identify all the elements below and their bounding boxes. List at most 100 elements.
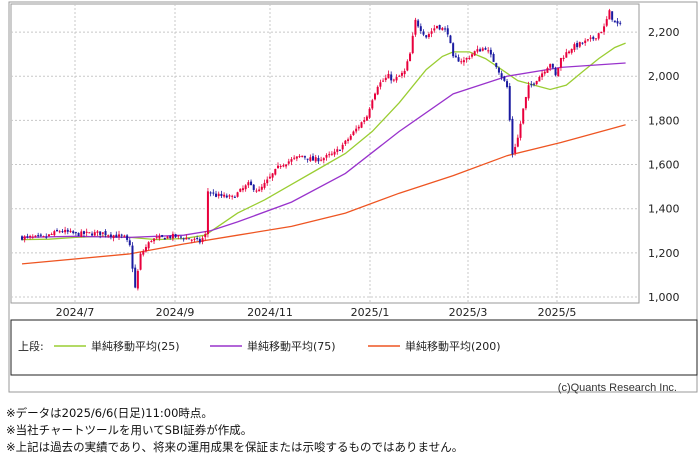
candle-body bbox=[500, 73, 503, 78]
candle-body bbox=[185, 237, 188, 240]
candle-body bbox=[91, 233, 94, 236]
candle-body bbox=[109, 234, 112, 237]
candle-body bbox=[271, 173, 274, 178]
candle-body bbox=[320, 159, 323, 161]
candle-body bbox=[293, 157, 296, 159]
y-tick-label: 1,600 bbox=[648, 159, 680, 172]
candle-body bbox=[303, 156, 306, 158]
y-axis: 1,000 1,200 1,400 1,600 1,800 2,000 2,200 bbox=[648, 26, 680, 304]
candle-body bbox=[301, 155, 304, 158]
candle-body bbox=[263, 182, 266, 188]
candle-body bbox=[282, 165, 285, 167]
candle-body bbox=[204, 234, 207, 238]
candle-body bbox=[487, 50, 490, 52]
candle-body bbox=[594, 38, 597, 40]
candle-body bbox=[446, 28, 449, 35]
candle-body bbox=[374, 93, 377, 100]
footnotes: ※データは2025/6/6(日足)11:00時点。 ※当社チャートツールを用いて… bbox=[6, 405, 463, 456]
candle-body bbox=[287, 161, 290, 164]
candle-body bbox=[328, 154, 331, 156]
candle-body bbox=[541, 73, 544, 78]
candle-body bbox=[144, 247, 147, 252]
candle-body bbox=[77, 232, 80, 237]
candle-body bbox=[382, 80, 385, 82]
candle-body bbox=[519, 123, 522, 138]
candle-body bbox=[80, 231, 83, 237]
candle-body bbox=[562, 57, 565, 60]
candle-body bbox=[266, 179, 269, 184]
candle-body bbox=[400, 72, 403, 76]
candle-body bbox=[298, 156, 301, 158]
candle-body bbox=[476, 49, 479, 52]
candle-body bbox=[473, 51, 476, 56]
copyright: (c)Quants Research Inc. bbox=[558, 382, 677, 394]
candle-body bbox=[619, 22, 622, 24]
candle-body bbox=[355, 128, 358, 132]
candle-body bbox=[603, 26, 606, 32]
candle-body bbox=[96, 231, 99, 233]
candle-body bbox=[74, 232, 77, 234]
candle-body bbox=[514, 147, 517, 153]
candle-body bbox=[570, 48, 573, 53]
candle-body bbox=[554, 68, 557, 76]
candle-body bbox=[128, 240, 131, 246]
candle-body bbox=[398, 75, 401, 77]
candle-body bbox=[244, 185, 247, 190]
candle-body bbox=[392, 79, 395, 81]
candle-body bbox=[158, 236, 161, 239]
candle-body bbox=[64, 229, 67, 233]
candle-body bbox=[363, 120, 366, 122]
candle-body bbox=[535, 80, 538, 85]
candle-body bbox=[72, 231, 75, 234]
candle-body bbox=[317, 158, 320, 162]
candle-body bbox=[93, 232, 96, 236]
candle-body bbox=[611, 11, 614, 20]
candle-body bbox=[414, 19, 417, 35]
candle-body bbox=[206, 191, 209, 235]
candle-body bbox=[546, 68, 549, 73]
candle-body bbox=[479, 49, 482, 52]
candle-body bbox=[169, 236, 172, 239]
candle-body bbox=[357, 126, 360, 129]
candle-body bbox=[101, 232, 104, 234]
candle-body bbox=[543, 71, 546, 74]
candle-body bbox=[120, 234, 123, 236]
candle-body bbox=[584, 40, 587, 43]
candle-body bbox=[330, 153, 333, 155]
candle-body bbox=[26, 236, 29, 238]
candle-body bbox=[306, 158, 309, 160]
candle-body bbox=[425, 35, 428, 38]
candle-body bbox=[468, 58, 471, 60]
candle-body bbox=[333, 151, 336, 155]
legend: 上段: 単純移動平均(25) 単純移動平均(75) 単純移動平均(200) bbox=[10, 319, 698, 376]
candle-body bbox=[565, 52, 568, 58]
candle-body bbox=[239, 188, 242, 192]
candle-body bbox=[29, 236, 32, 238]
candle-body bbox=[247, 182, 250, 186]
candle-body bbox=[322, 158, 325, 161]
candle-body bbox=[182, 238, 185, 240]
y-tick-label: 1,000 bbox=[648, 291, 680, 304]
candle-body bbox=[233, 196, 236, 198]
candle-body bbox=[433, 28, 436, 31]
candle-body bbox=[231, 195, 234, 197]
candle-body bbox=[481, 48, 484, 51]
candle-body bbox=[201, 238, 204, 242]
x-tick-label: 2024/9 bbox=[156, 306, 195, 319]
candle-body bbox=[139, 253, 142, 270]
candle-body bbox=[45, 236, 48, 238]
footnote-data-time: ※データは2025/6/6(日足)11:00時点。 bbox=[6, 406, 213, 420]
candle-body bbox=[390, 74, 393, 81]
candle-body bbox=[387, 73, 390, 79]
candle-body bbox=[82, 231, 85, 234]
candle-body bbox=[220, 193, 223, 197]
candle-body bbox=[347, 139, 350, 141]
candle-body bbox=[115, 234, 118, 238]
candle-body bbox=[586, 39, 589, 41]
candle-body bbox=[325, 155, 328, 158]
candle-body bbox=[605, 19, 608, 26]
candle-body bbox=[88, 232, 91, 234]
candle-body bbox=[365, 116, 368, 121]
candle-body bbox=[511, 118, 514, 155]
candle-body bbox=[279, 166, 282, 168]
